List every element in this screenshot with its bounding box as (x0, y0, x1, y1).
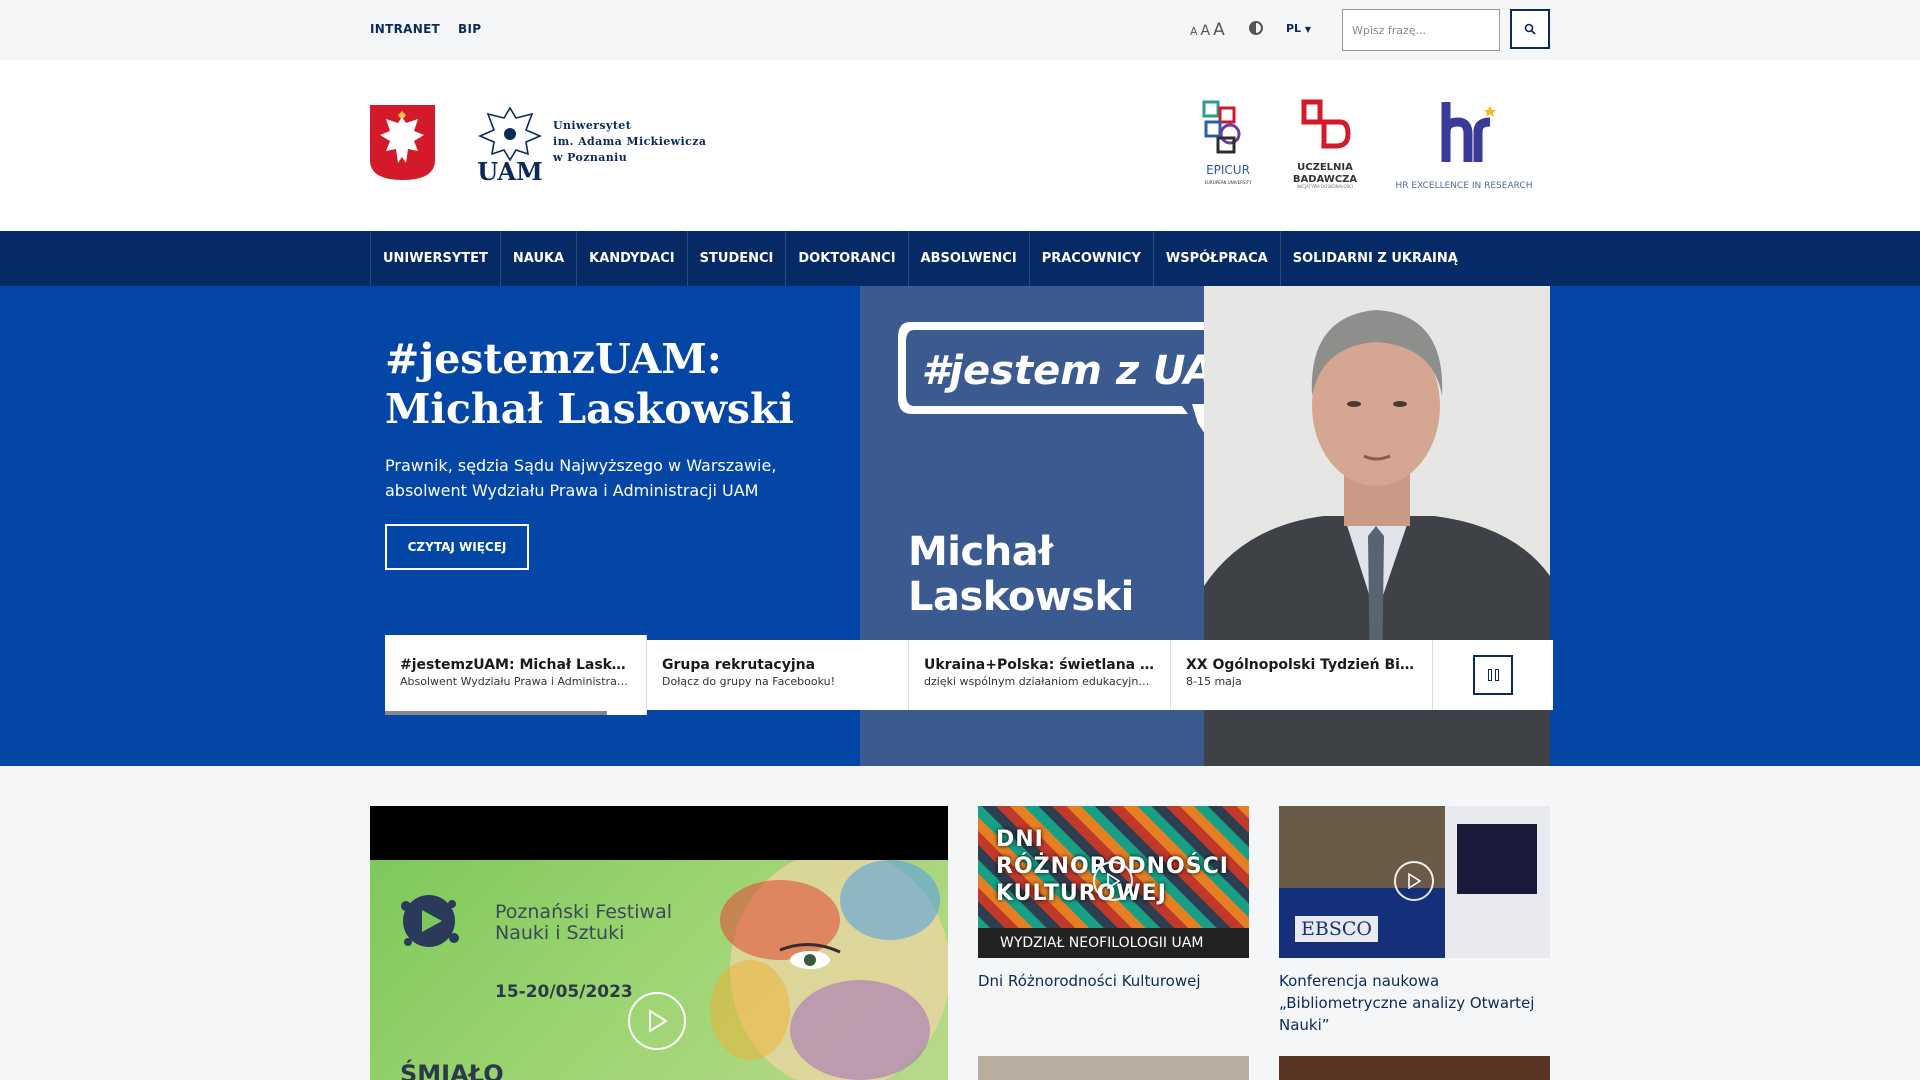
card-thumbnail: EBSCO (1279, 806, 1550, 958)
play-button[interactable] (1394, 861, 1434, 901)
play-icon (1408, 873, 1421, 889)
chevron-down-icon: ▼ (1304, 25, 1312, 34)
hero-person-name-line: Laskowski (908, 574, 1134, 620)
hero-description: Prawnik, sędzia Sądu Najwyższego w Warsz… (385, 456, 777, 500)
contrast-icon[interactable] (1249, 21, 1263, 35)
hr-text: HR EXCELLENCE IN RESEARCH (1396, 181, 1533, 190)
nav-item-uniwersytet[interactable]: UNIWERSYTET (370, 231, 500, 286)
news-card[interactable]: EBSCO Konferencja naukowa „Bibliometrycz… (1279, 806, 1550, 1036)
play-button[interactable] (1093, 861, 1133, 901)
slider-tab[interactable]: Grupa rekrutacyjna Dołącz do grupy na Fa… (647, 640, 909, 710)
top-links: INTRANET BIP (370, 22, 481, 36)
polish-emblem-icon (370, 105, 435, 180)
epicur-logo[interactable]: EPICUR EUROPEAN UNIVERSITY (1198, 96, 1258, 190)
font-size-small-button[interactable]: A (1190, 25, 1198, 38)
pause-button[interactable] (1473, 655, 1513, 695)
epicur-text: EPICUR (1206, 163, 1250, 177)
nav-item-wspolpraca[interactable]: WSPÓŁPRACA (1152, 231, 1280, 286)
play-icon (1107, 873, 1120, 889)
festival-name: Poznański Festiwal Nauki i Sztuki (495, 902, 672, 944)
main-nav: UNIWERSYTET NAUKA KANDYDACI STUDENCI DOK… (0, 231, 1920, 286)
slider-tab-title: Ukraina+Polska: świetlana przyszłość (924, 657, 1155, 673)
festival-logo-icon (401, 895, 459, 947)
slider-pause-area (1433, 640, 1553, 710)
svg-text:UCZELNIA: UCZELNIA (1297, 162, 1353, 173)
university-name: Uniwersytet im. Adama Mickiewicza w Pozn… (553, 118, 706, 166)
card-thumbnail (978, 1056, 1249, 1080)
svg-text:UAM: UAM (477, 157, 542, 184)
language-label: PL (1286, 22, 1302, 35)
font-size-medium-button[interactable]: A (1201, 23, 1211, 39)
slider-tab-title: Grupa rekrutacyjna (662, 657, 816, 673)
hero-person-name-line: Michał (908, 529, 1053, 575)
slider-tab-subtitle: Dołącz do grupy na Facebooku! (662, 675, 835, 688)
site-header: UAM Uniwersytet im. Adama Mickiewicza w … (0, 60, 1920, 231)
thumb-title-line: DNI (996, 827, 1044, 852)
nav-item-nauka[interactable]: NAUKA (499, 231, 576, 286)
university-name-line: w Poznaniu (553, 151, 628, 164)
search-button[interactable] (1510, 9, 1550, 49)
pause-icon (1487, 669, 1492, 681)
slider-tab[interactable]: #jestemzUAM: Michał Laskowski Absolwent … (385, 635, 647, 715)
hr-excellence-logo[interactable]: HR EXCELLENCE IN RESEARCH (1394, 96, 1534, 190)
slider-tab[interactable]: Ukraina+Polska: świetlana przyszłość dzi… (909, 640, 1171, 710)
play-icon (649, 1009, 668, 1033)
nav-item-absolwenci[interactable]: ABSOLWENCI (907, 231, 1029, 286)
university-name-line: Uniwersytet (553, 119, 632, 132)
slider-progress-bar (385, 711, 607, 715)
nav-item-doktoranci[interactable]: DOKTORANCI (785, 231, 907, 286)
nav-item-studenci[interactable]: STUDENCI (686, 231, 786, 286)
nav-item-pracownicy[interactable]: PRACOWNICY (1028, 231, 1153, 286)
nav-item-kandydaci[interactable]: KANDYDACI (576, 231, 687, 286)
watercolor-face-image (710, 860, 948, 1080)
epicur-sub: EUROPEAN UNIVERSITY (1204, 180, 1252, 185)
font-size-controls: A A A (1190, 20, 1225, 40)
slider-tab-subtitle: 8-15 maja (1186, 675, 1242, 688)
language-select[interactable]: PL ▼ (1286, 22, 1311, 35)
font-size-large-button[interactable]: A (1213, 20, 1225, 40)
slider-tab-subtitle: dzięki wspólnym działaniom edukacyjnym (924, 675, 1155, 688)
card-thumbnail (1279, 1056, 1550, 1080)
pause-icon (1494, 669, 1499, 681)
search-input[interactable] (1342, 9, 1500, 51)
nav-item-solidarni[interactable]: SOLIDARNI Z UKRAINĄ (1279, 231, 1470, 286)
slider-tab-title: XX Ogólnopolski Tydzień Bibliotek (1186, 657, 1417, 673)
news-card[interactable] (1279, 1056, 1550, 1080)
slider-tab-subtitle: Absolwent Wydziału Prawa i Administracji… (400, 675, 631, 688)
slider-tab[interactable]: XX Ogólnopolski Tydzień Bibliotek 8-15 m… (1171, 640, 1433, 710)
hero-person-name: Michał Laskowski (908, 530, 1134, 620)
card-thumbnail: DNI RÓŻNORODNOŚCI KULTUROWEJ WYDZIAŁ NEO… (978, 806, 1249, 958)
news-card[interactable] (978, 1056, 1249, 1080)
uam-logo[interactable]: UAM (474, 104, 546, 184)
card-caption[interactable]: Dni Różnorodności Kulturowej (978, 970, 1249, 992)
featured-video[interactable]: Poznański Festiwal Nauki i Sztuki 15-20/… (370, 806, 948, 1080)
search-icon (1524, 23, 1536, 35)
slider-tabs: #jestemzUAM: Michał Laskowski Absolwent … (385, 635, 1553, 715)
play-button[interactable] (628, 992, 686, 1050)
festival-name-line: Poznański Festiwal (495, 901, 672, 923)
slider-tab-title: #jestemzUAM: Michał Laskowski (400, 657, 631, 673)
festival-name-line: Nauki i Sztuki (495, 922, 625, 944)
hero-title: #jestemzUAM: Michał Laskowski (385, 335, 794, 433)
university-name-line: im. Adama Mickiewicza (553, 135, 707, 148)
uczelnia-sub: INICJATYWA DOSKONAŁOŚCI (1297, 184, 1353, 189)
read-more-button[interactable]: CZYTAJ WIĘCEJ (385, 524, 529, 570)
festival-date: 15-20/05/2023 (495, 982, 633, 1002)
thumb-poster-dark (1457, 824, 1537, 894)
uczelnia-badawcza-logo[interactable]: UCZELNIA BADAWCZA INICJATYWA DOSKONAŁOŚC… (1290, 96, 1360, 190)
top-bar: INTRANET BIP A A A PL ▼ (0, 0, 1920, 60)
news-card[interactable]: DNI RÓŻNORODNOŚCI KULTUROWEJ WYDZIAŁ NEO… (978, 806, 1249, 992)
card-caption[interactable]: Konferencja naukowa „Bibliometryczne ana… (1279, 970, 1550, 1036)
intranet-link[interactable]: INTRANET (370, 22, 440, 36)
bip-link[interactable]: BIP (458, 22, 481, 36)
thumb-label: EBSCO (1295, 916, 1378, 942)
thumb-footer: WYDZIAŁ NEOFILOLOGII UAM (978, 928, 1249, 958)
festival-tagline: ŚMIAŁO (400, 1060, 504, 1080)
